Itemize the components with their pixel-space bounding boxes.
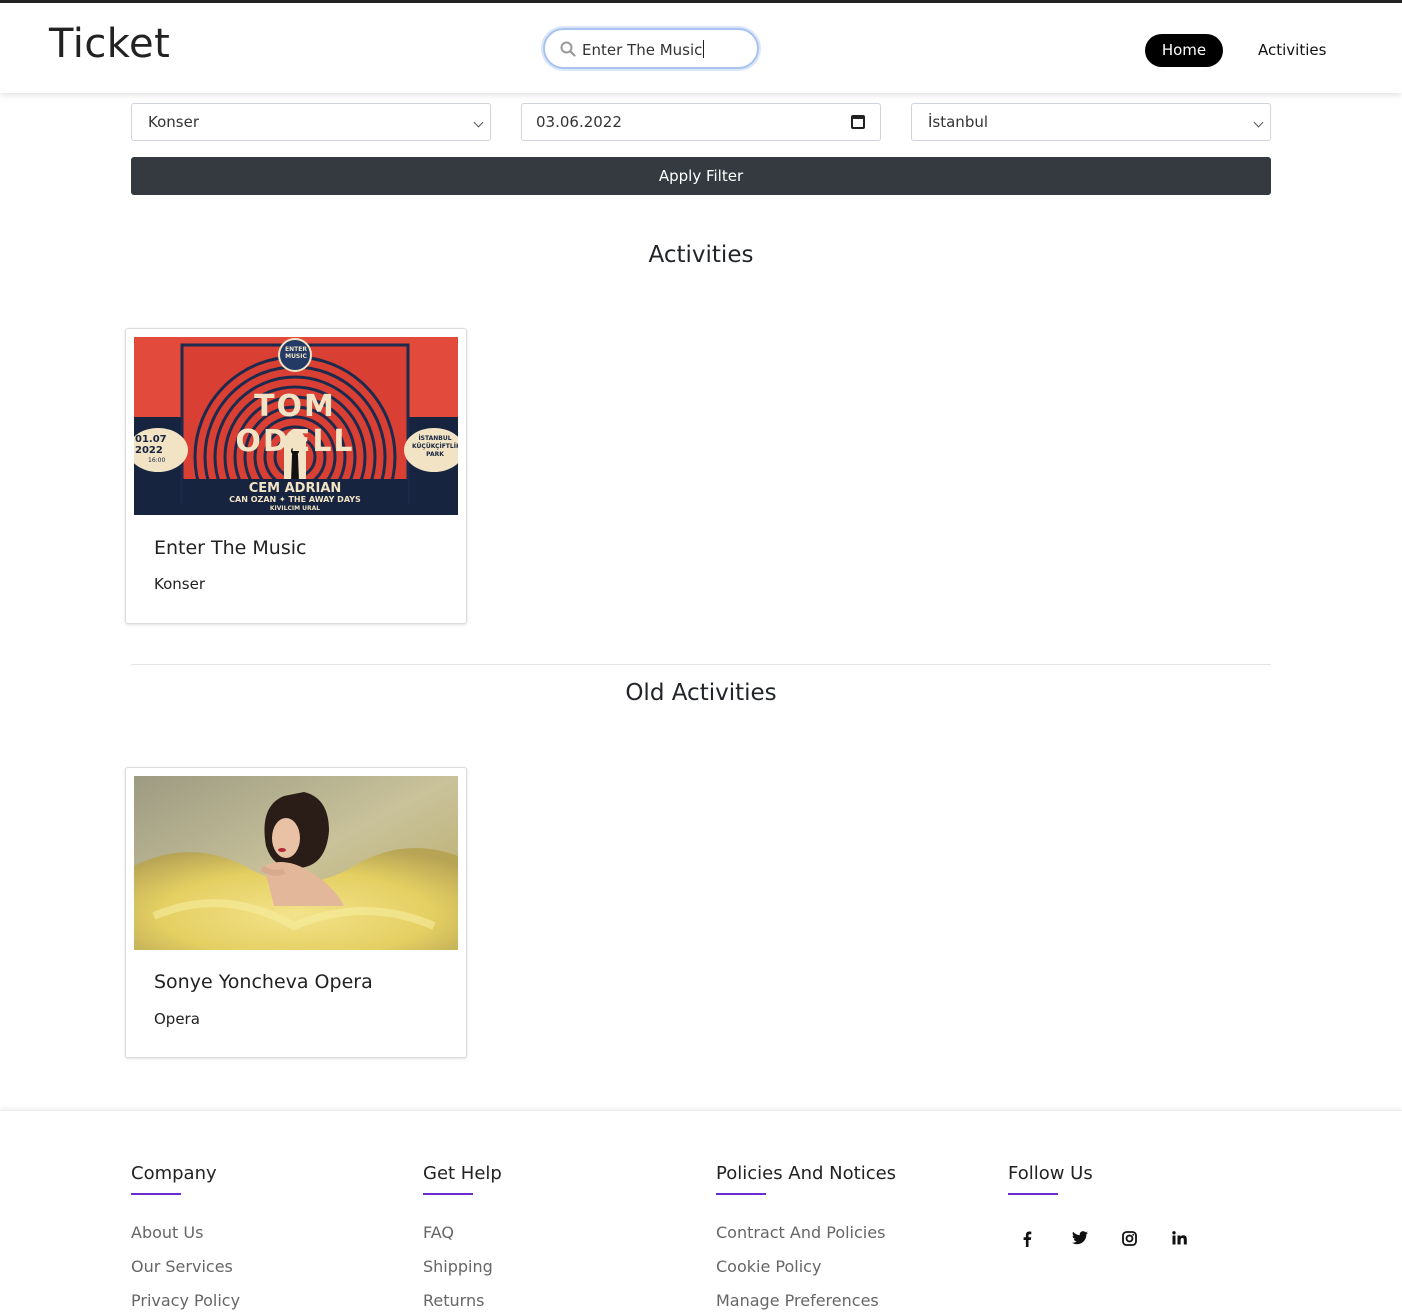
city-select-value: İstanbul <box>928 113 989 131</box>
instagram-icon[interactable] <box>1108 1231 1158 1249</box>
search-value: Enter The Music <box>582 40 705 59</box>
footer-link-faq[interactable]: FAQ <box>423 1223 502 1257</box>
date-input[interactable]: 03.06.2022 <box>521 103 881 141</box>
top-navbar: Ticket Enter The Music Home Activities <box>0 0 1402 93</box>
apply-filter-button[interactable]: Apply Filter <box>131 157 1271 195</box>
opera-photo-graphic <box>134 776 458 950</box>
card-category: Opera <box>154 1010 200 1028</box>
card-title[interactable]: Enter The Music <box>154 537 306 559</box>
footer-link-shipping[interactable]: Shipping <box>423 1257 502 1291</box>
twitter-icon[interactable] <box>1058 1231 1108 1249</box>
linkedin-icon[interactable] <box>1158 1231 1208 1249</box>
footer-heading: Policies And Notices <box>716 1163 897 1184</box>
poster-lineup-3: KIVILCIM URAL <box>269 505 321 512</box>
category-select[interactable]: Konser <box>131 103 491 141</box>
footer-column-company: Company About Us Our Services Privacy Po… <box>131 1163 240 1312</box>
event-photo-image[interactable] <box>134 776 458 950</box>
footer-link-contract[interactable]: Contract And Policies <box>716 1223 896 1257</box>
card-title[interactable]: Sonye Yoncheva Opera <box>154 971 373 993</box>
poster-venue: İSTANBUL KÜÇÜKÇİFTLİK PARK <box>412 435 458 458</box>
chevron-down-icon <box>473 117 484 128</box>
brand-logo[interactable]: Ticket <box>49 21 170 67</box>
footer-link-returns[interactable]: Returns <box>423 1291 502 1312</box>
heading-underline <box>1008 1193 1058 1195</box>
heading-underline <box>423 1193 473 1195</box>
poster-lineup-2: CAN OZAN ✦ THE AWAY DAYS <box>229 495 361 504</box>
date-input-value: 03.06.2022 <box>536 113 622 131</box>
footer-heading: Get Help <box>423 1163 502 1184</box>
search-icon <box>560 41 576 57</box>
footer-column-get-help: Get Help FAQ Shipping Returns <box>423 1163 502 1312</box>
event-poster-image[interactable]: ENTER MUSIC TOM ODELL 01.07 2022 16:00 İ… <box>134 337 458 515</box>
heading-underline <box>716 1193 766 1195</box>
heading-underline <box>131 1193 181 1195</box>
activity-card[interactable]: ENTER MUSIC TOM ODELL 01.07 2022 16:00 İ… <box>125 328 467 624</box>
old-activity-card[interactable]: Sonye Yoncheva Opera Opera <box>125 767 467 1058</box>
category-select-value: Konser <box>148 113 199 131</box>
footer-link-manage-preferences[interactable]: Manage Preferences <box>716 1291 896 1312</box>
footer-column-follow-us: Follow Us <box>1008 1163 1208 1249</box>
search-input[interactable]: Enter The Music <box>543 28 759 69</box>
footer-heading: Follow Us <box>1008 1163 1093 1184</box>
footer-link-about-us[interactable]: About Us <box>131 1223 240 1257</box>
poster-time: 16:00 <box>148 457 166 464</box>
poster-lineup-1: CEM ADRIAN <box>248 481 342 496</box>
facebook-icon[interactable] <box>1008 1231 1058 1249</box>
poster-date: 01.07 2022 <box>135 434 167 456</box>
chevron-down-icon <box>1253 117 1264 128</box>
nav-home-link[interactable]: Home <box>1145 34 1223 67</box>
footer-heading: Company <box>131 1163 217 1184</box>
footer-link-privacy-policy[interactable]: Privacy Policy <box>131 1291 240 1312</box>
card-category: Konser <box>154 575 205 593</box>
city-select[interactable]: İstanbul <box>911 103 1271 141</box>
nav-activities-link[interactable]: Activities <box>1258 41 1326 59</box>
poster-headliner: TOM ODELL <box>235 389 355 459</box>
poster-badge: ENTER MUSIC <box>285 346 307 360</box>
footer-column-policies: Policies And Notices Contract And Polici… <box>716 1163 896 1312</box>
social-icons <box>1008 1231 1208 1249</box>
old-activities-heading: Old Activities <box>625 680 777 706</box>
footer-link-cookie-policy[interactable]: Cookie Policy <box>716 1257 896 1291</box>
activities-heading: Activities <box>648 242 754 268</box>
calendar-icon[interactable] <box>851 115 865 129</box>
footer: Company About Us Our Services Privacy Po… <box>0 1110 1402 1312</box>
footer-link-our-services[interactable]: Our Services <box>131 1257 240 1291</box>
section-divider <box>131 664 1271 665</box>
